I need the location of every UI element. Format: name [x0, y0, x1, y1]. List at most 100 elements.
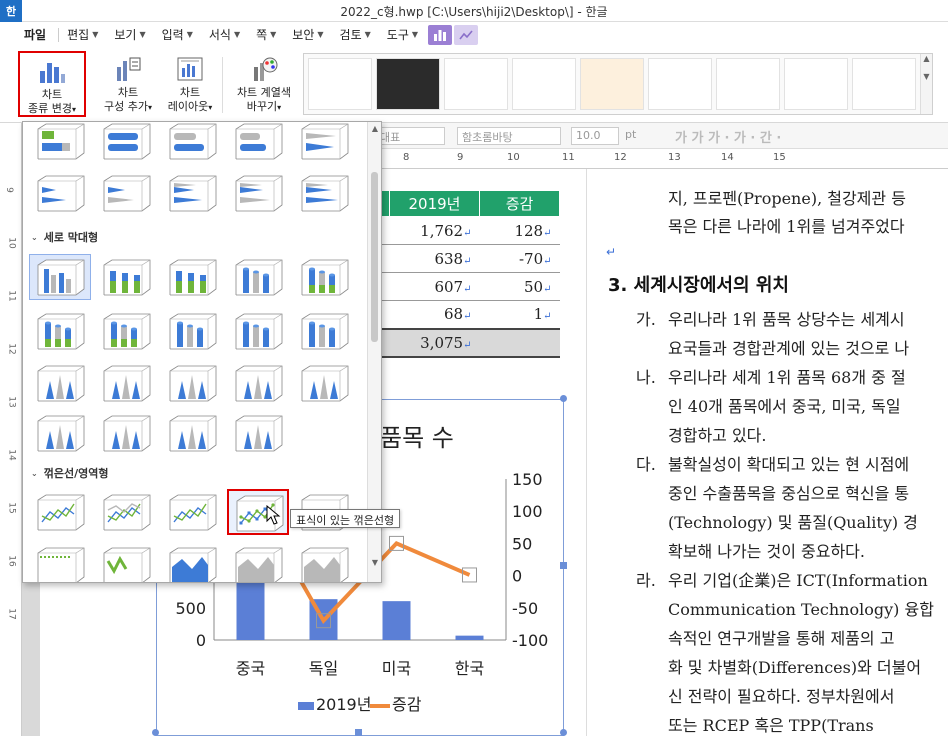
table-row[interactable]: 7↵ 68↵ 1↵ — [357, 300, 560, 329]
horizontal-cone-option[interactable] — [293, 170, 355, 216]
column-chart-option[interactable] — [161, 254, 223, 300]
resize-handle[interactable] — [560, 395, 567, 402]
menu-page[interactable]: 쪽 ▼ — [248, 22, 284, 47]
body-text-line[interactable]: 중인 수출품목을 중심으로 혁신을 통 — [668, 480, 909, 504]
font-size-input[interactable]: 10.0 — [571, 127, 619, 145]
body-text-line[interactable]: 목은 다른 나라에 1위를 넘겨주었다 — [668, 213, 905, 237]
column-chart-option[interactable] — [29, 360, 91, 406]
chart-style-thumb[interactable] — [648, 58, 712, 110]
horizontal-cone-option[interactable] — [29, 170, 91, 216]
column-chart-option[interactable] — [29, 254, 91, 300]
bar-미국[interactable] — [382, 601, 411, 640]
style-select[interactable]: 대표 — [375, 127, 445, 145]
column-chart-option[interactable] — [95, 410, 157, 456]
horizontal-bar-3d-option[interactable] — [95, 122, 157, 164]
horizontal-bar-3d-option[interactable] — [161, 122, 223, 164]
menu-security[interactable]: 보안 ▼ — [284, 22, 331, 47]
body-text-line[interactable]: 속적인 연구개발을 통해 제품의 고 — [668, 625, 894, 649]
chart-style-thumb[interactable] — [512, 58, 576, 110]
area-chart-option[interactable] — [293, 542, 355, 582]
body-text-line[interactable]: 지, 프로펜(Propene), 철강제관 등 — [668, 185, 906, 209]
body-text-line[interactable]: 확보해 나가는 것이 중요하다. — [668, 538, 865, 562]
column-chart-option[interactable] — [95, 360, 157, 406]
section-header-column[interactable]: ⌄ 세로 막대형 — [31, 229, 98, 245]
scroll-down-icon[interactable]: ▼ — [368, 556, 381, 570]
menu-file[interactable]: 파일 — [0, 22, 58, 47]
line-chart-option[interactable] — [95, 489, 157, 535]
chart-series-color-button[interactable]: 차트 계열색 바꾸기▾ — [228, 51, 300, 117]
horizontal-ruler[interactable]: 8 9 10 11 12 13 14 15 — [375, 149, 948, 169]
column-chart-option[interactable] — [293, 360, 355, 406]
gallery-scrollbar[interactable]: ▲ ▼ — [920, 54, 932, 114]
horizontal-cone-option[interactable] — [227, 170, 289, 216]
table-row[interactable]: 8↵ 638↵ -70↵ — [357, 244, 560, 273]
column-chart-option[interactable] — [29, 308, 91, 354]
body-text-line[interactable]: 불확실성이 확대되고 있는 현 시점에 — [668, 451, 909, 475]
chart-style-gallery[interactable]: ▲ ▼ — [303, 53, 933, 115]
chart-style-thumb[interactable] — [580, 58, 644, 110]
menu-format[interactable]: 서식 ▼ — [201, 22, 248, 47]
table-row[interactable]: 7↵ 607↵ 50↵ — [357, 272, 560, 301]
menu-view[interactable]: 보기 ▼ — [106, 22, 153, 47]
chart-style-thumb[interactable] — [444, 58, 508, 110]
horizontal-bar-3d-option[interactable] — [227, 122, 289, 164]
scroll-thumb[interactable] — [371, 172, 378, 342]
data-table[interactable]: 년 2019년 증감 4↵ 1,762↵ 128↵ 8↵ 638↵ -70↵ 7… — [357, 190, 560, 358]
column-chart-option[interactable] — [161, 360, 223, 406]
bar-한국[interactable] — [455, 635, 484, 640]
body-text-line[interactable]: Communication Technology) 융합 — [668, 596, 934, 620]
column-chart-option[interactable] — [161, 308, 223, 354]
section-header-line-area[interactable]: ⌄ 꺾은선/영역형 — [31, 465, 108, 481]
horizontal-bar-3d-option[interactable] — [29, 122, 91, 164]
column-chart-option[interactable] — [227, 254, 289, 300]
column-chart-option[interactable] — [95, 308, 157, 354]
chart-title[interactable]: 품목 수 — [380, 418, 454, 453]
body-text-line[interactable]: 신 전략이 필요하다. 정부차원에서 — [668, 683, 894, 707]
chart-format-tab[interactable] — [454, 24, 479, 45]
line-chart-option[interactable] — [29, 489, 91, 535]
chart-design-tab[interactable] — [428, 24, 453, 45]
body-text-line[interactable]: 화 및 차별화(Differences)와 더불어 — [668, 654, 921, 678]
menu-edit[interactable]: 편집 ▼ — [59, 22, 106, 47]
font-select[interactable]: 함초롬바탕 — [457, 127, 561, 145]
area-chart-option[interactable] — [161, 542, 223, 582]
scroll-up-icon[interactable]: ▲ — [368, 122, 381, 136]
menu-review[interactable]: 검토 ▼ — [332, 22, 379, 47]
chart-add-element-button[interactable]: 차트 구성 추가▾ — [96, 51, 160, 117]
body-text-line[interactable]: 요국들과 경합관계에 있는 것으로 나 — [668, 335, 909, 359]
chart-style-thumb[interactable] — [852, 58, 916, 110]
vertical-ruler[interactable]: 9 10 11 12 13 14 15 16 17 — [0, 123, 22, 736]
body-text-line[interactable]: 우리나라 세계 1위 품목 68개 중 절 — [668, 364, 906, 388]
chart-style-thumb[interactable] — [308, 58, 372, 110]
body-text-line[interactable]: 우리나라 1위 품목 상당수는 세계시 — [668, 306, 905, 330]
column-chart-option[interactable] — [161, 410, 223, 456]
chart-style-thumb[interactable] — [716, 58, 780, 110]
area-chart-option[interactable] — [227, 542, 289, 582]
table-total-row[interactable]: 6↵ 3,075↵ — [357, 327, 560, 358]
column-chart-option[interactable] — [293, 254, 355, 300]
table-row[interactable]: 4↵ 1,762↵ 128↵ — [357, 216, 560, 245]
body-text-line[interactable]: 우리 기업(企業)은 ICT(Information — [668, 567, 928, 591]
horizontal-bar-3d-option[interactable] — [293, 122, 355, 164]
line-3d-option[interactable] — [29, 542, 91, 582]
chart-style-thumb[interactable] — [376, 58, 440, 110]
body-text-line[interactable]: (Technology) 및 품질(Quality) 경 — [668, 509, 918, 533]
horizontal-cone-option[interactable] — [161, 170, 223, 216]
column-chart-option[interactable] — [227, 308, 289, 354]
menu-tools[interactable]: 도구 ▼ — [379, 22, 426, 47]
body-text-line[interactable]: 경합하고 있다. — [668, 422, 767, 446]
column-chart-option[interactable] — [227, 360, 289, 406]
column-chart-option[interactable] — [227, 410, 289, 456]
bold-italic-buttons[interactable]: 가 가 가 · 가 · 간 · — [675, 127, 781, 146]
column-chart-option[interactable] — [293, 308, 355, 354]
menu-insert[interactable]: 입력 ▼ — [154, 22, 201, 47]
body-text-line[interactable]: 인 40개 품목에서 중국, 미국, 독일 — [668, 393, 901, 417]
text-column[interactable]: 지, 프로펜(Propene), 철강제관 등목은 다른 나라에 1위를 넘겨주… — [586, 169, 948, 736]
chart-type-change-button[interactable]: 차트 종류 변경▾ — [18, 51, 86, 117]
chart-layout-button[interactable]: 차트 레이아웃▾ — [162, 51, 218, 117]
column-chart-option[interactable] — [29, 410, 91, 456]
body-text-line[interactable]: 또는 RCEP 혹은 TPP(Trans — [668, 712, 874, 736]
horizontal-cone-option[interactable] — [95, 170, 157, 216]
column-chart-option[interactable] — [95, 254, 157, 300]
line-3d-option[interactable] — [95, 542, 157, 582]
